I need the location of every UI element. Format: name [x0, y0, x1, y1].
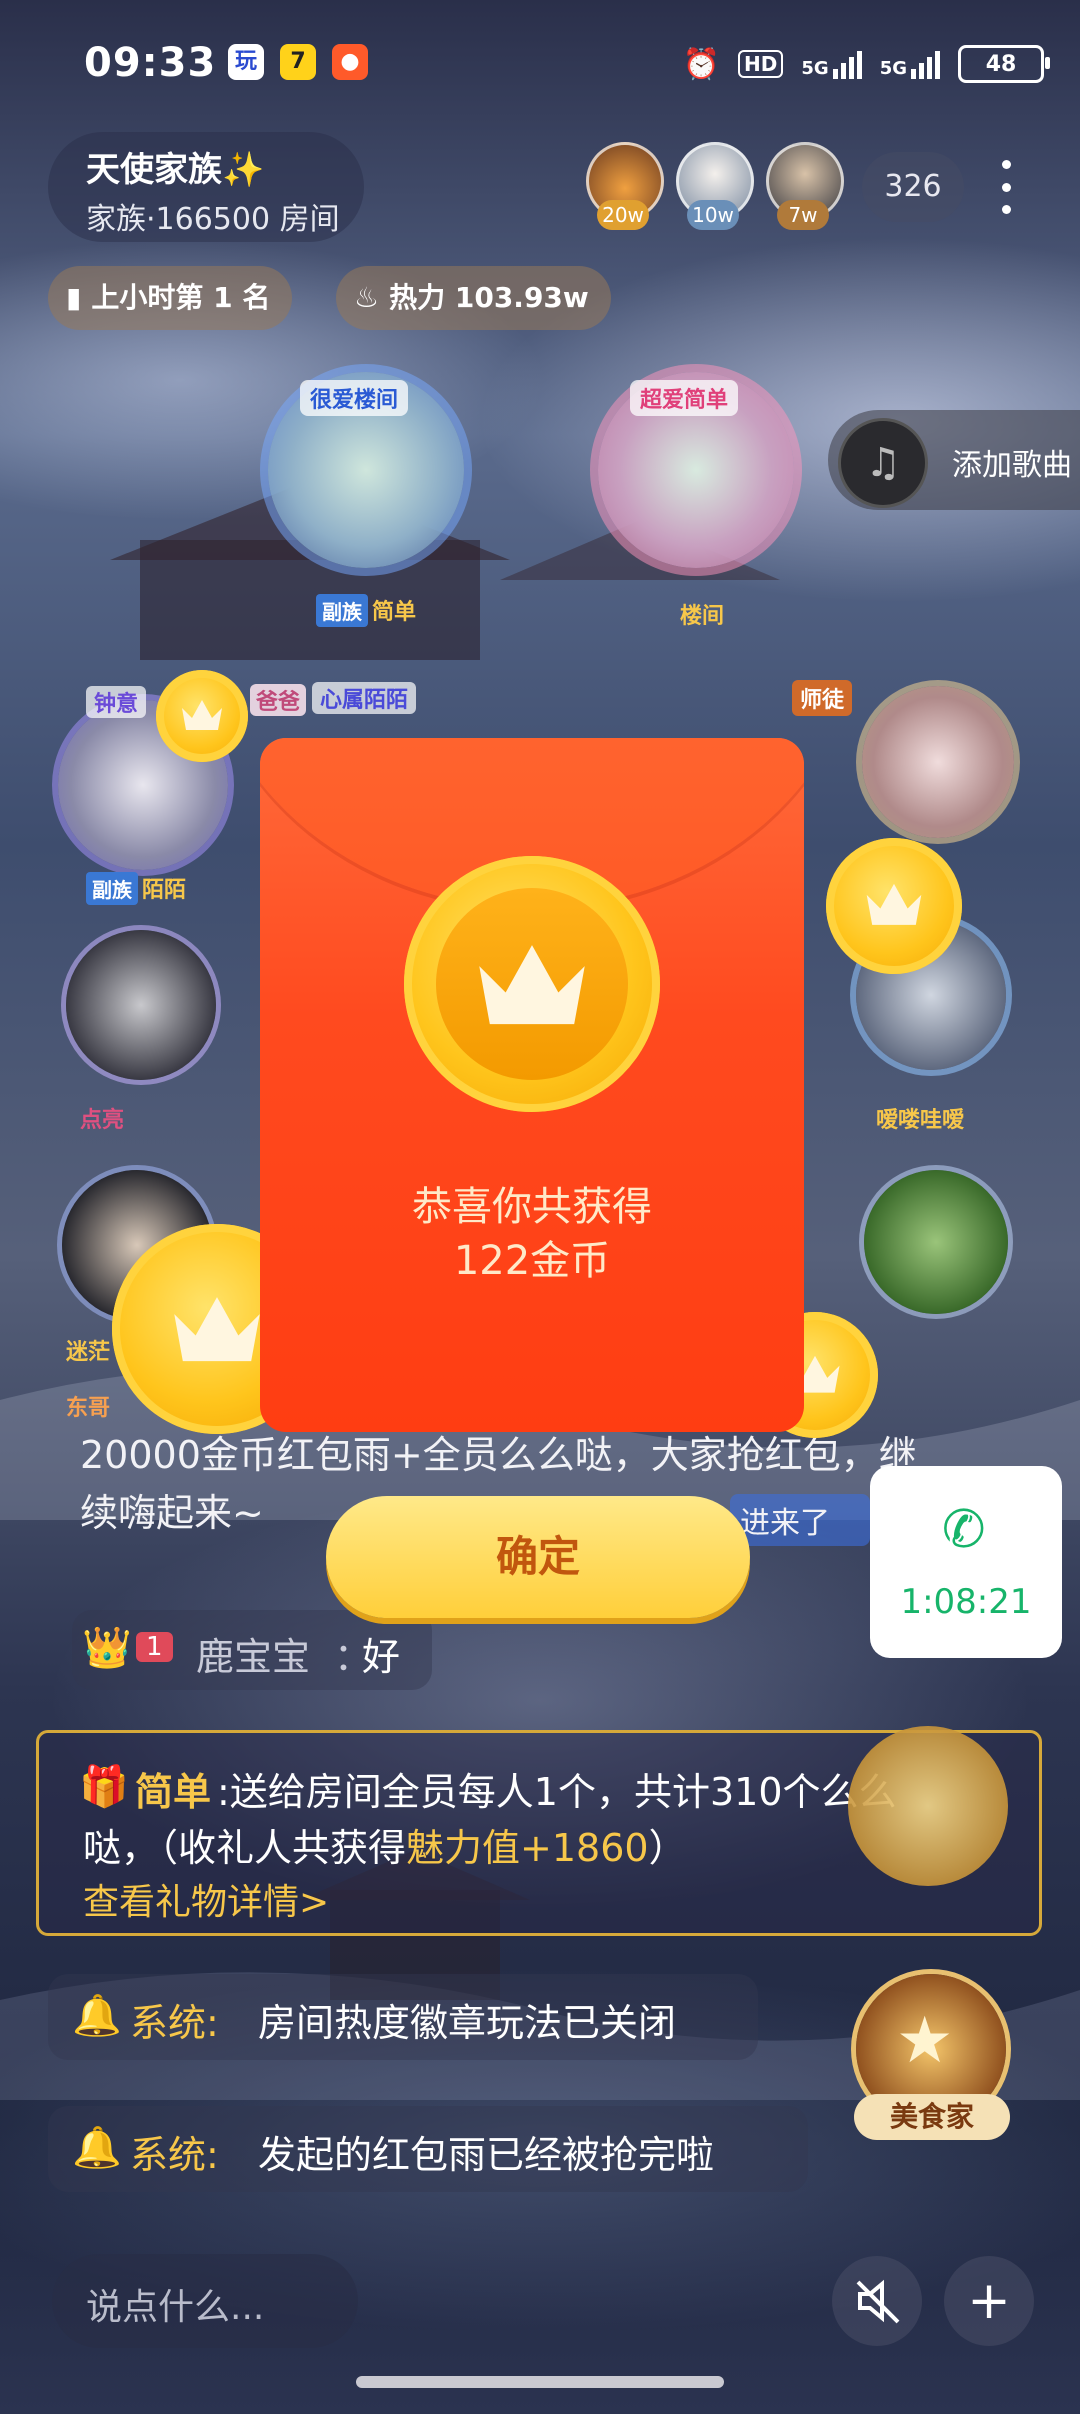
crown-icon [174, 1297, 260, 1362]
seat-tag: 副族 [86, 872, 138, 905]
contributor-badge: 10w [687, 200, 739, 230]
user-message[interactable]: 👑 1 鹿宝宝 ： 好 [72, 1610, 432, 1690]
reward-amount: 122金币 [453, 1238, 611, 1284]
rank-label: 上小时第 1 名 [91, 281, 271, 314]
gift-sender: 简单 [135, 1770, 212, 1814]
mic-seat[interactable] [66, 930, 216, 1080]
seat-frame-title: 很爱楼间 [300, 380, 409, 416]
crown-icon [479, 945, 585, 1025]
seat-name: 点亮 [80, 1108, 125, 1133]
chat-input[interactable]: 说点什么... [52, 2254, 358, 2348]
seat-frame-title: 超爱简单 [630, 380, 739, 416]
hourly-rank-badge[interactable]: ▮ 上小时第 1 名 [48, 266, 293, 330]
user-name: 鹿宝宝 [196, 1635, 311, 1679]
seat-tag: 爸爸 [250, 684, 307, 716]
audience-count-button[interactable]: 326 [862, 152, 964, 222]
mic-seat[interactable] [862, 686, 1014, 838]
gift-text: :送给房间全员每人1个，共计310个么么 [217, 1770, 897, 1814]
chat-broadcast-line: 续嗨起来~ [80, 1491, 264, 1535]
enter-notice: 进来了 [730, 1494, 870, 1546]
add-song-label: 添加歌曲 [952, 448, 1072, 483]
battery-level: 48 [985, 51, 1017, 77]
gift-icon: 🎁 [79, 1764, 129, 1810]
gourmet-label: 美食家 [854, 2094, 1010, 2140]
status-bar: 09:33 玩 7 ● ⏰ HD 5G 5G 48 [0, 0, 1080, 130]
system-message: 🔔 系统: 房间热度徽章玩法已关闭 [48, 1974, 758, 2060]
chat-input-placeholder: 说点什么... [86, 2287, 265, 2328]
mic-seat[interactable] [864, 1170, 1008, 1314]
system-message: 🔔 系统: 发起的红包雨已经被抢完啦 [48, 2106, 808, 2192]
heat-badge[interactable]: ♨ 热力 103.93w [336, 266, 611, 330]
more-options-icon[interactable] [1000, 160, 1012, 214]
crown-level-icon: 👑 [82, 1625, 132, 1671]
bell-icon: 🔔 [72, 2125, 122, 2171]
message-text: 好 [362, 1635, 401, 1679]
room-id: 家族·166500 房间 [86, 202, 340, 237]
seat-name: 东哥 [66, 1396, 111, 1421]
call-timer: 1:08:21 [900, 1582, 1032, 1622]
star-icon: ★ [896, 2004, 954, 2078]
red-packet-dialog: 恭喜你共获得 122金币 [260, 738, 804, 1432]
call-floating-widget[interactable]: ✆ 1:08:21 [870, 1466, 1062, 1658]
alarm-icon: ⏰ [682, 46, 721, 82]
status-time: 09:33 [84, 40, 217, 86]
coin-icon [404, 856, 660, 1112]
crown-icon [182, 700, 222, 730]
app-notification-icon: ● [332, 44, 368, 80]
reward-message: 恭喜你共获得 [412, 1184, 652, 1230]
room-info-card[interactable]: 天使家族✨ 家族·166500 房间 [48, 132, 364, 242]
app-notification-icon: 玩 [228, 44, 264, 80]
charm-value: 魅力值+1860 [406, 1826, 649, 1870]
seat-frame-title: 钟意 [86, 686, 147, 718]
seat-name: 迷茫 [66, 1340, 111, 1365]
system-label: 系统: [130, 2001, 219, 2045]
music-note-icon: ♫ [838, 418, 928, 508]
crown-icon [866, 883, 922, 925]
battery-icon: 48 [958, 45, 1050, 83]
seat-name-row: 副族 简单 [316, 594, 416, 627]
seat-name: 楼间 [680, 604, 725, 629]
confirm-button[interactable]: 确定 [326, 1496, 750, 1618]
home-indicator[interactable] [356, 2376, 724, 2388]
gift-text: 哒，（收礼人共获得 [83, 1826, 407, 1870]
status-indicators: ⏰ HD 5G 5G 48 [682, 44, 1050, 84]
contributor-badge: 20w [597, 200, 649, 230]
floating-coin [826, 838, 962, 974]
bar-chart-icon: ▮ [66, 281, 82, 314]
network-type-label: 5G [801, 58, 829, 79]
user-level: 1 [136, 1632, 173, 1662]
plus-icon[interactable]: + [944, 2256, 1034, 2346]
seat-tag: 师徒 [792, 680, 853, 716]
seat-frame-title: 心属陌陌 [312, 682, 417, 714]
bell-icon: 🔔 [72, 1993, 122, 2039]
speaker-muted-icon[interactable] [832, 2256, 922, 2346]
phone-icon: ✆ [942, 1500, 986, 1560]
seat-tag: 副族 [316, 594, 368, 627]
guardian-badge-icon[interactable] [848, 1726, 1008, 1886]
system-text: 房间热度徽章玩法已关闭 [258, 2001, 677, 2045]
app-notification-icon: 7 [280, 44, 316, 80]
system-label: 系统: [130, 2133, 219, 2177]
gift-details-link[interactable]: 查看礼物详情> [83, 1873, 329, 1925]
system-text: 发起的红包雨已经被抢完啦 [258, 2133, 715, 2177]
gift-text-line2: 哒，（收礼人共获得魅力值+1860） [83, 1817, 687, 1872]
signal-strength-icon [911, 49, 940, 79]
contributor-badge: 7w [777, 200, 829, 230]
network-type-label: 5G [879, 58, 907, 79]
floating-coin [156, 670, 248, 762]
flame-icon: ♨ [354, 281, 380, 314]
seat-name: 简单 [372, 600, 417, 625]
heat-label: 热力 103.93w [389, 281, 589, 314]
gift-text: ） [648, 1826, 687, 1870]
seat-name: 嗳喽哇嗳 [876, 1108, 965, 1133]
room-name: 天使家族✨ [86, 150, 265, 190]
signal-strength-icon [832, 49, 862, 79]
seat-name: 陌陌 [142, 878, 187, 903]
seat-name-row: 副族 陌陌 [86, 872, 186, 905]
hd-label: HD [738, 50, 784, 78]
add-song-button[interactable]: ♫ 添加歌曲 [828, 410, 1080, 510]
